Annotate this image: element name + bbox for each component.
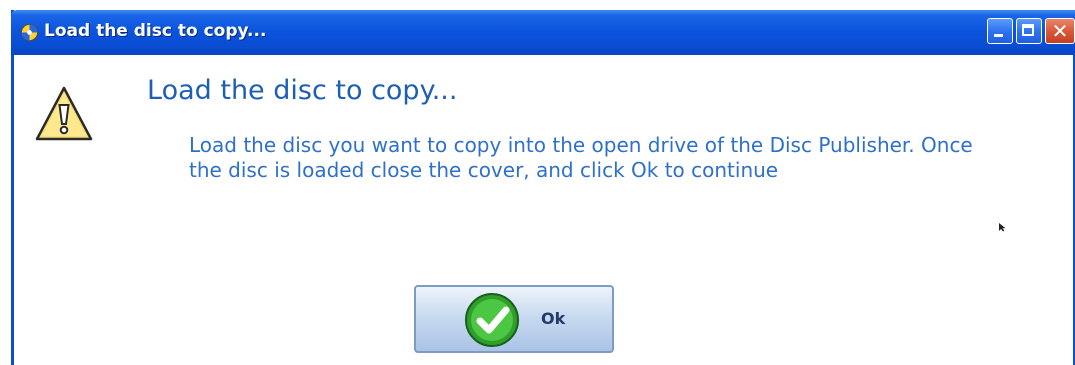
ok-button-label: Ok bbox=[541, 309, 566, 328]
warning-icon bbox=[35, 86, 93, 141]
maximize-icon bbox=[1022, 24, 1034, 36]
app-icon bbox=[20, 23, 39, 42]
checkmark-icon bbox=[465, 293, 519, 347]
mouse-cursor-icon bbox=[999, 223, 1006, 232]
close-button[interactable]: ✕ bbox=[1045, 18, 1075, 44]
title-bar[interactable]: Load the disc to copy... ✕ bbox=[11, 10, 1075, 55]
dialog-heading: Load the disc to copy... bbox=[147, 75, 458, 106]
close-icon: ✕ bbox=[1051, 19, 1069, 43]
dialog-window: Load the disc to copy... ✕ Load the disc… bbox=[11, 10, 1075, 365]
window-title: Load the disc to copy... bbox=[44, 21, 267, 41]
ok-button[interactable]: Ok bbox=[414, 285, 614, 353]
maximize-button[interactable] bbox=[1016, 18, 1042, 44]
minimize-button[interactable] bbox=[987, 18, 1013, 44]
dialog-message: Load the disc you want to copy into the … bbox=[189, 133, 973, 182]
minimize-icon bbox=[994, 34, 1003, 37]
